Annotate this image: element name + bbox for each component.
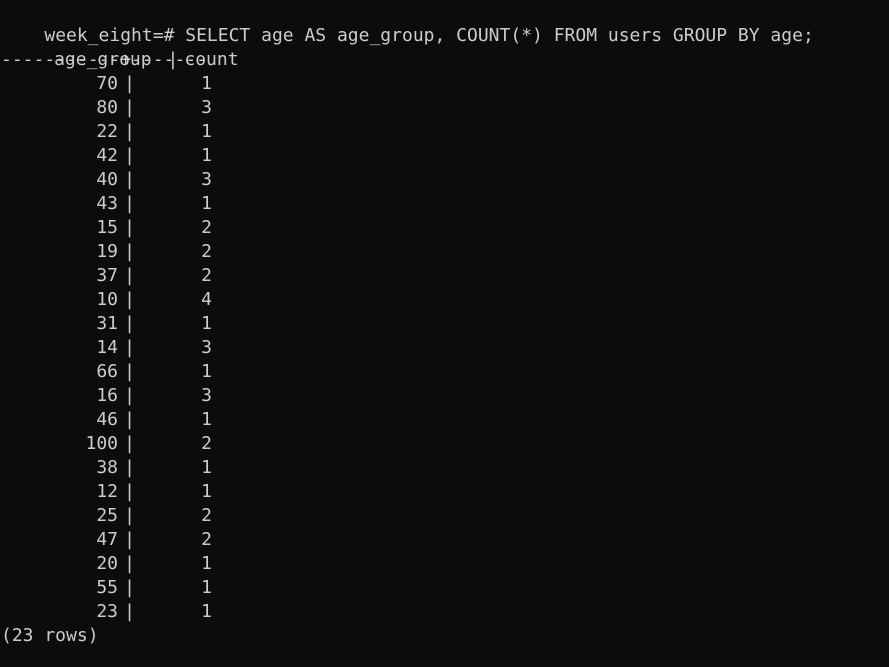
count-cell: 1	[201, 601, 212, 622]
age-group-cell: 15	[96, 217, 118, 238]
age-group-cell: 20	[96, 553, 118, 574]
age-group-cell: 22	[96, 121, 118, 142]
age-group-cell: 55	[96, 577, 118, 598]
age-group-cell: 37	[96, 265, 118, 286]
column-separator: |	[124, 73, 135, 94]
age-group-cell: 66	[96, 361, 118, 382]
count-cell: 1	[201, 73, 212, 94]
age-group-cell: 46	[96, 409, 118, 430]
table-row: 19 | 2	[1, 240, 889, 264]
table-row: 22 | 1	[1, 120, 889, 144]
count-cell: 3	[201, 97, 212, 118]
count-cell: 1	[201, 577, 212, 598]
count-cell: 2	[201, 505, 212, 526]
column-separator: |	[124, 601, 135, 622]
table-row: 16 | 3	[1, 384, 889, 408]
table-row: 100 | 2	[1, 432, 889, 456]
table-row: 10 | 4	[1, 288, 889, 312]
age-group-cell: 10	[96, 289, 118, 310]
column-separator: |	[124, 289, 135, 310]
column-separator: |	[124, 553, 135, 574]
count-cell: 3	[201, 169, 212, 190]
terminal-window[interactable]: week_eight=# SELECT age AS age_group, CO…	[0, 0, 889, 667]
table-row: 70 | 1	[1, 72, 889, 96]
count-cell: 1	[201, 409, 212, 430]
age-group-cell: 19	[96, 241, 118, 262]
table-row: 37 | 2	[1, 264, 889, 288]
age-group-cell: 42	[96, 145, 118, 166]
result-rows: 70 | 1 80 | 3 22 | 1 42 | 1 40 | 3 43 | 1 15 | 2 19 | 2 37 | 2 10 | 4…	[1, 72, 889, 624]
prompt: week_eight=#	[44, 25, 175, 46]
age-group-cell: 80	[96, 97, 118, 118]
count-cell: 2	[201, 433, 212, 454]
result-divider: -----------+-------	[1, 49, 207, 70]
age-group-cell: 31	[96, 313, 118, 334]
table-row: 46 | 1	[1, 408, 889, 432]
age-group-cell: 100	[85, 433, 118, 454]
table-row: 23 | 1	[1, 600, 889, 624]
count-cell: 1	[201, 457, 212, 478]
column-separator: |	[124, 217, 135, 238]
count-cell: 2	[201, 241, 212, 262]
age-group-cell: 23	[96, 601, 118, 622]
column-separator: |	[124, 457, 135, 478]
count-cell: 2	[201, 217, 212, 238]
count-cell: 1	[201, 313, 212, 334]
row-count-footer: (23 rows)	[1, 625, 99, 646]
column-separator: |	[124, 193, 135, 214]
age-group-cell: 25	[96, 505, 118, 526]
age-group-cell: 16	[96, 385, 118, 406]
table-row: 40 | 3	[1, 168, 889, 192]
column-separator: |	[124, 241, 135, 262]
count-cell: 1	[201, 481, 212, 502]
age-group-cell: 47	[96, 529, 118, 550]
column-separator: |	[124, 313, 135, 334]
count-cell: 4	[201, 289, 212, 310]
age-group-cell: 40	[96, 169, 118, 190]
count-cell: 3	[201, 337, 212, 358]
table-row: 47 | 2	[1, 528, 889, 552]
column-separator: |	[124, 97, 135, 118]
table-row: 20 | 1	[1, 552, 889, 576]
count-cell: 1	[201, 361, 212, 382]
column-separator: |	[124, 481, 135, 502]
column-separator: |	[124, 337, 135, 358]
table-row: 42 | 1	[1, 144, 889, 168]
count-cell: 3	[201, 385, 212, 406]
column-separator: |	[124, 577, 135, 598]
age-group-cell: 43	[96, 193, 118, 214]
table-row: 14 | 3	[1, 336, 889, 360]
column-separator: |	[124, 121, 135, 142]
table-row: 43 | 1	[1, 192, 889, 216]
table-row: 25 | 2	[1, 504, 889, 528]
count-cell: 2	[201, 529, 212, 550]
column-separator: |	[124, 433, 135, 454]
column-separator: |	[124, 145, 135, 166]
table-row: 12 | 1	[1, 480, 889, 504]
column-separator: |	[124, 409, 135, 430]
age-group-cell: 14	[96, 337, 118, 358]
age-group-cell: 38	[96, 457, 118, 478]
column-separator: |	[124, 505, 135, 526]
count-cell: 2	[201, 265, 212, 286]
table-row: 55 | 1	[1, 576, 889, 600]
column-separator: |	[124, 265, 135, 286]
age-group-cell: 70	[96, 73, 118, 94]
column-separator: |	[124, 529, 135, 550]
table-row: 66 | 1	[1, 360, 889, 384]
count-cell: 1	[201, 193, 212, 214]
table-row: 15 | 2	[1, 216, 889, 240]
table-row: 80 | 3	[1, 96, 889, 120]
column-separator: |	[124, 169, 135, 190]
table-row: 31 | 1	[1, 312, 889, 336]
sql-command: SELECT age AS age_group, COUNT(*) FROM u…	[174, 25, 814, 46]
column-separator: |	[124, 361, 135, 382]
age-group-cell: 12	[96, 481, 118, 502]
column-separator: |	[124, 385, 135, 406]
table-row: 38 | 1	[1, 456, 889, 480]
command-line: week_eight=# SELECT age AS age_group, CO…	[1, 0, 889, 46]
count-cell: 1	[201, 553, 212, 574]
count-cell: 1	[201, 145, 212, 166]
count-cell: 1	[201, 121, 212, 142]
